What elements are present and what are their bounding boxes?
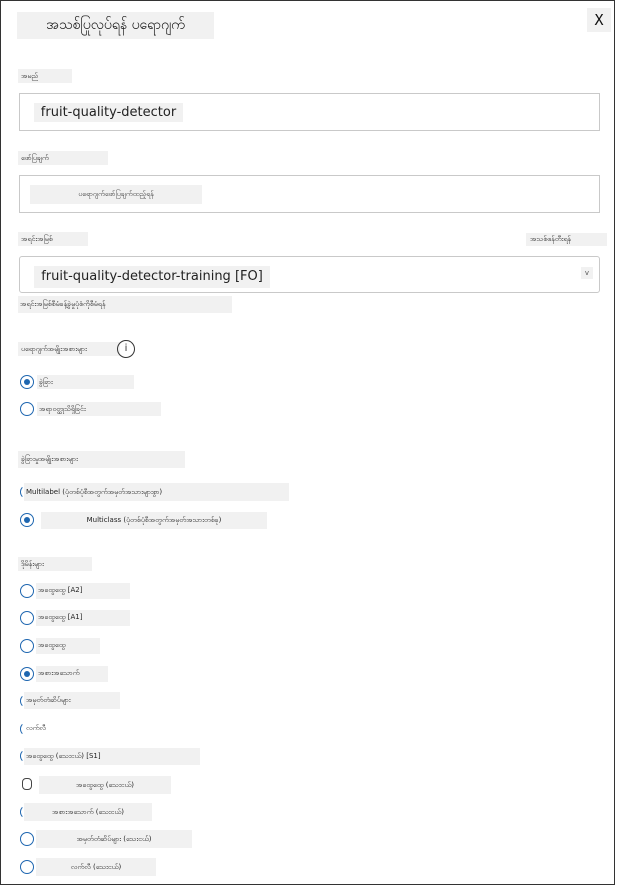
description-label: ဖော်ပြချက် (18, 151, 108, 165)
domain-general-a1-label: အထွေထွေ [A1] (36, 610, 130, 626)
radio-classification-multiclass[interactable] (20, 513, 34, 527)
resource-help-text: အရင်းအမြစ်စီမံခန့်ခွဲမှုပုံစံကိုစီမံရန် (18, 296, 232, 313)
create-resource-link[interactable]: အသစ်ဖန်တီးရန် (526, 233, 607, 246)
domain-retail-label: လက်လီ (24, 720, 83, 737)
new-project-dialog: အသစ်ပြုလုပ်ရန် ပရောဂျက် X အမည် fruit-qua… (0, 0, 615, 885)
resource-label: အရင်းအမြစ် (18, 232, 88, 246)
domain-general-compact-label: အထွေထွေ (သေးငယ်) (39, 776, 171, 794)
info-icon[interactable]: i (117, 340, 135, 358)
project-type-object-detection-label: အရာဝတ္ထုသိရှိခြင်း (37, 402, 161, 416)
name-input-value: fruit-quality-detector (34, 103, 183, 122)
description-input-placeholder: ပရောဂျက်ဖော်ပြချက်ထည့်ရန် (30, 185, 202, 204)
domain-food-label: အစားအသောက် (36, 666, 108, 682)
description-input[interactable]: ပရောဂျက်ဖော်ပြချက်ထည့်ရန် (19, 175, 600, 213)
resource-select[interactable]: fruit-quality-detector-training [FO] v (19, 256, 600, 293)
radio-project-type-object-detection[interactable] (20, 402, 34, 416)
domain-landmarks-label: အမှတ်တံဆိပ်များ (24, 692, 120, 709)
radio-domain-food[interactable] (20, 667, 34, 681)
domains-label: ဒိုမိန်းများ (18, 557, 92, 571)
domain-general-compact-s1-label: အထွေထွေ (သေးငယ်) [S1] (24, 748, 200, 765)
domain-general-label: အထွေထွေ (36, 638, 100, 654)
domain-retail-compact-label: လက်လီ (သေးငယ်) (36, 858, 156, 876)
dialog-title: အသစ်ပြုလုပ်ရန် ပရောဂျက် (17, 12, 214, 39)
radio-domain-retail-compact[interactable] (20, 860, 34, 874)
close-button[interactable]: X (587, 8, 611, 32)
radio-project-type-classification[interactable] (20, 375, 34, 389)
classification-multilabel-label: Multilabel (ပုံတစ်ပုံစီအတွက်အမှတ်အသားမျာ… (24, 483, 289, 501)
radio-domain-general-compact[interactable] (22, 778, 32, 790)
classification-multiclass-label: Multiclass (ပုံတစ်ပုံစီအတွက်အမှတ်အသားတစ်… (41, 512, 267, 529)
name-input[interactable]: fruit-quality-detector (19, 93, 600, 131)
project-types-label: ပရောဂျက်အမျိုးအစားများ (18, 342, 120, 356)
radio-domain-general-a1[interactable] (20, 611, 34, 625)
chevron-down-icon: v (581, 267, 593, 279)
radio-domain-general-a2[interactable] (20, 584, 34, 598)
project-type-classification-label: ခွဲခြား (37, 375, 134, 389)
name-label: အမည် (18, 69, 72, 83)
domain-general-a2-label: အထွေထွေ [A2] (36, 583, 130, 599)
classification-types-label: ခွဲခြားမှုအမျိုးအစားများ (18, 451, 185, 468)
resource-select-value: fruit-quality-detector-training [FO] (34, 266, 270, 288)
domain-landmarks-compact-label: အမှတ်တံဆိပ်များ (သေးငယ်) (36, 830, 192, 848)
domain-food-compact-label: အစားအသောက် (သေးငယ်) (24, 803, 152, 821)
radio-domain-landmarks-compact[interactable] (20, 832, 34, 846)
radio-domain-general[interactable] (20, 639, 34, 653)
